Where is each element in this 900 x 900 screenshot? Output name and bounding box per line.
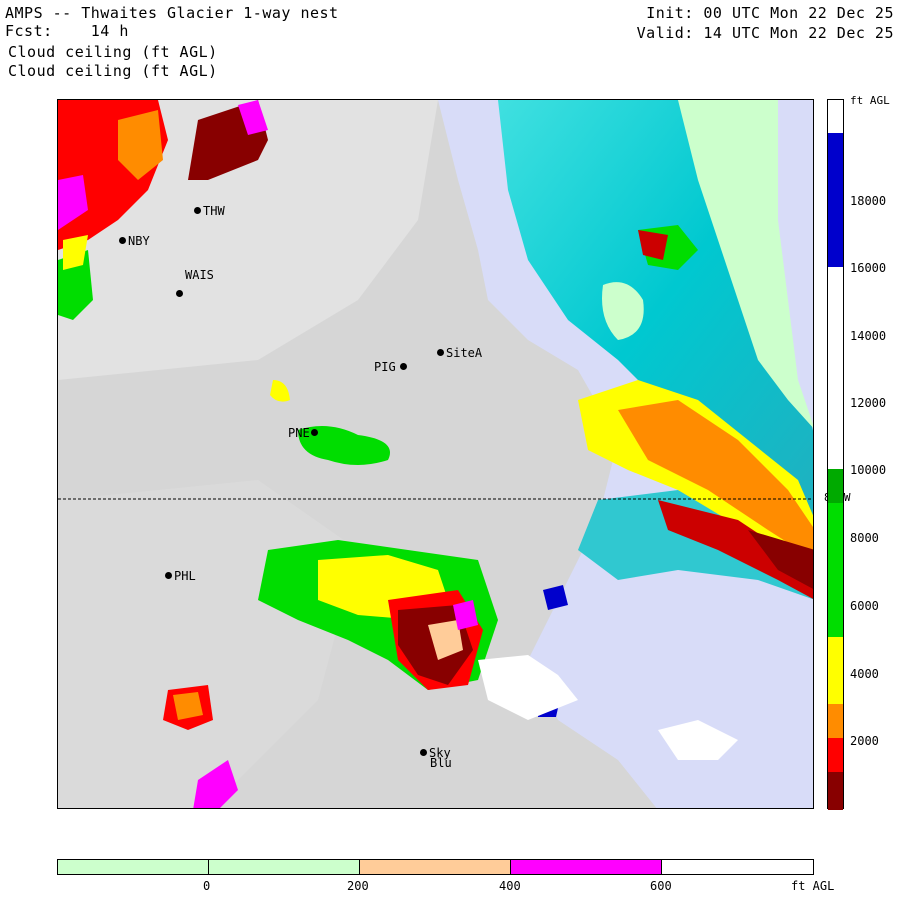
station-pig[interactable]: PIG <box>372 360 407 373</box>
colorbar-label: 12000 <box>850 396 887 410</box>
horizontal-colorbar <box>57 859 814 875</box>
colorbar-seg-darkred <box>828 772 843 810</box>
colorbar-seg-orange <box>828 704 843 738</box>
field-name-2: Cloud ceiling (ft AGL) <box>8 62 218 80</box>
map-canvas <box>58 100 813 808</box>
colorbar-seg-white <box>828 267 843 469</box>
hbar-label: 600 <box>650 879 672 893</box>
hbar-seg-white <box>662 860 813 874</box>
hbar-seg-magenta <box>510 860 663 874</box>
station-marker-icon <box>437 349 444 356</box>
station-phl[interactable]: PHL <box>165 569 196 582</box>
station-wais-marker <box>176 287 183 299</box>
hbar-seg-mint <box>58 860 209 874</box>
station-marker-icon <box>420 749 427 756</box>
station-wais[interactable]: WAIS <box>183 268 214 281</box>
station-marker-icon <box>310 429 318 436</box>
colorbar-label: 14000 <box>850 329 887 343</box>
hbar-label: 200 <box>347 879 369 893</box>
colorbar-seg-darkgreen <box>828 469 843 503</box>
colorbar-label: 6000 <box>850 599 879 613</box>
hbar-label: 0 <box>203 879 211 893</box>
valid-time: Valid: 14 UTC Mon 22 Dec 25 <box>636 24 894 42</box>
station-marker-icon <box>399 363 407 370</box>
colorbar <box>827 99 844 810</box>
colorbar-label: 10000 <box>850 463 887 477</box>
field-name-1: Cloud ceiling (ft AGL) <box>8 43 218 61</box>
colorbar-label: 2000 <box>850 734 879 748</box>
station-marker-icon <box>119 237 126 244</box>
station-thw[interactable]: THW <box>194 204 225 217</box>
colorbar-seg-white-top <box>828 100 843 133</box>
station-marker-icon <box>165 572 172 579</box>
hbar-unit: ft AGL <box>791 879 835 893</box>
colorbar-seg-green <box>828 503 843 637</box>
hbar-seg-peach <box>360 860 511 874</box>
station-marker-icon <box>176 290 183 297</box>
colorbar-label: 4000 <box>850 667 879 681</box>
colorbar-label: 16000 <box>850 261 887 275</box>
init-time: Init: 00 UTC Mon 22 Dec 25 <box>646 4 894 22</box>
station-blu[interactable]: Blu <box>428 756 452 769</box>
hbar-seg-mint-2 <box>208 860 361 874</box>
colorbar-unit: ft AGL <box>850 94 890 107</box>
station-pne[interactable]: PNE <box>286 426 318 439</box>
colorbar-seg-red <box>828 738 843 772</box>
colorbar-seg-blue <box>828 133 843 267</box>
hbar-label: 400 <box>499 879 521 893</box>
colorbar-label: 8000 <box>850 531 879 545</box>
colorbar-seg-yellow <box>828 637 843 704</box>
station-nby[interactable]: NBY <box>119 234 150 247</box>
map-panel[interactable]: THW NBY WAIS PIG SiteA PNE PHL Sky Blu 8… <box>57 99 814 809</box>
map-title: AMPS -- Thwaites Glacier 1-way nest <box>5 4 339 22</box>
forecast-hour: Fcst: 14 h <box>5 22 129 40</box>
station-sitea[interactable]: SiteA <box>437 346 482 359</box>
colorbar-label: 18000 <box>850 194 887 208</box>
station-marker-icon <box>194 207 201 214</box>
cloud-orange-sw <box>173 692 203 720</box>
